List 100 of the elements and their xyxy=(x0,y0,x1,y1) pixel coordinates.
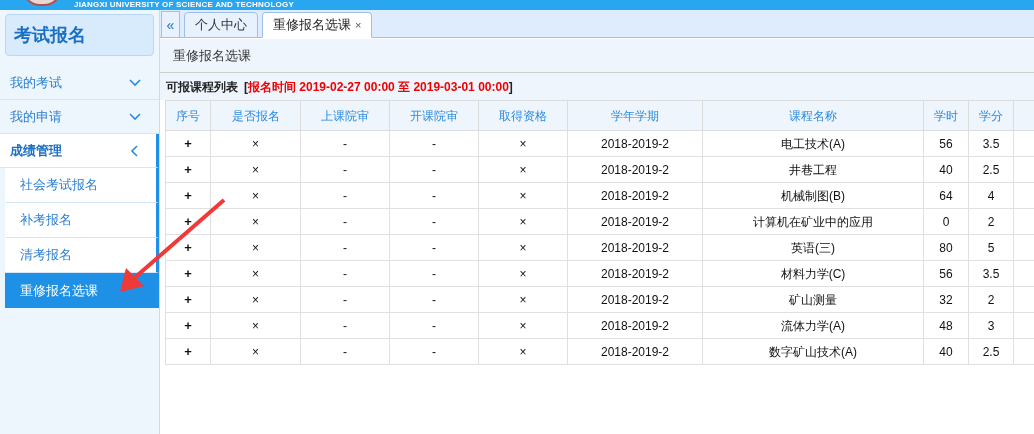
table-cell: - xyxy=(300,286,390,313)
column-header: 学时 xyxy=(923,100,969,131)
table-cell: 流体力学(A) xyxy=(702,312,924,339)
table-cell: - xyxy=(389,130,479,157)
column-header: 课程名称 xyxy=(702,100,924,131)
table-cell: 2018-2019-2 xyxy=(567,338,703,365)
table-cell: 英语(三) xyxy=(702,234,924,261)
table-cell: 5 xyxy=(968,234,1014,261)
table-cell: 40 xyxy=(923,156,969,183)
table-cell: + xyxy=(165,130,211,157)
table-cell: - xyxy=(389,260,479,287)
table-cell: 2.5 xyxy=(968,338,1014,365)
table-cell: + xyxy=(165,260,211,287)
table-cell: × xyxy=(478,130,568,157)
table-cell: 机械制图(B) xyxy=(702,182,924,209)
table-cell: - xyxy=(300,234,390,261)
table-cell: + xyxy=(165,156,211,183)
table-cell: × xyxy=(210,286,301,313)
table-cell: × xyxy=(210,338,301,365)
header-subtitle: JIANGXI UNIVERSITY OF SCIENCE AND TECHNOLOGY xyxy=(74,0,294,10)
menu-group[interactable]: 成绩管理 xyxy=(0,134,159,168)
tab[interactable]: 个人中心 xyxy=(184,12,258,38)
table-cell: + xyxy=(165,286,211,313)
table-cell: 0 xyxy=(923,208,969,235)
table-cell: + xyxy=(165,182,211,209)
table-cell: 2018-2019-2 xyxy=(567,182,703,209)
table-cell: × xyxy=(478,338,568,365)
table-cell: 井巷工程 xyxy=(702,156,924,183)
table-cell: 2 xyxy=(968,208,1014,235)
column-header: 学年学期 xyxy=(567,100,703,131)
table-cell: 80 xyxy=(923,234,969,261)
table-cell: × xyxy=(210,260,301,287)
table-caption: 可报课程列表 [报名时间 2019-02-27 00:00 至 2019-03-01 00:00] xyxy=(166,78,513,96)
menu-group[interactable]: 我的考试 xyxy=(0,66,159,100)
table-cell: × xyxy=(478,286,568,313)
table-cell: - xyxy=(389,286,479,313)
table-cell: 3 xyxy=(968,312,1014,339)
table-cell: 2018-2019-2 xyxy=(567,260,703,287)
collapse-button[interactable]: « xyxy=(161,11,180,38)
menu-item[interactable]: 清考报名 xyxy=(5,238,159,273)
column-header: 是否报名 xyxy=(210,100,301,131)
table-cell: - xyxy=(389,312,479,339)
table-cell: - xyxy=(300,338,390,365)
table-cell: + xyxy=(165,234,211,261)
column-header: 取得资格 xyxy=(478,100,568,131)
page-title: 重修报名选课 xyxy=(160,39,1034,73)
table-cell: 2018-2019-2 xyxy=(567,208,703,235)
table-cell: 2018-2019-2 xyxy=(567,130,703,157)
table-cell: × xyxy=(210,234,301,261)
table-cell: - xyxy=(389,208,479,235)
chevron-icon xyxy=(129,78,141,87)
menu-item[interactable]: 社会考试报名 xyxy=(5,168,159,203)
table-cell: 电工技术(A) xyxy=(702,130,924,157)
table-cell: - xyxy=(300,182,390,209)
table-cell: × xyxy=(210,208,301,235)
menu-item[interactable]: 重修报名选课 xyxy=(5,273,159,308)
column-header: 上课院审 xyxy=(300,100,390,131)
table-cell: × xyxy=(478,260,568,287)
close-button[interactable]: × xyxy=(355,16,362,34)
table-cell: × xyxy=(478,234,568,261)
table-cell: × xyxy=(478,208,568,235)
table-cell: × xyxy=(210,130,301,157)
table-cell: 3.5 xyxy=(968,130,1014,157)
menu-item[interactable]: 补考报名 xyxy=(5,203,159,238)
table-cell: × xyxy=(210,156,301,183)
column-header: 序号 xyxy=(165,100,211,131)
table-cell: - xyxy=(389,234,479,261)
chevron-icon xyxy=(130,144,138,157)
table-cell: 2.5 xyxy=(968,156,1014,183)
table-cell: 矿山测量 xyxy=(702,286,924,313)
sidebar-title: 考试报名 xyxy=(5,14,154,56)
table-cell: - xyxy=(300,260,390,287)
table-cell: - xyxy=(300,130,390,157)
table-cell: + xyxy=(165,312,211,339)
table-cell: × xyxy=(478,156,568,183)
table-cell: 2018-2019-2 xyxy=(567,286,703,313)
column-header: 学分 xyxy=(968,100,1014,131)
table-cell: × xyxy=(478,182,568,209)
table-cell: 40 xyxy=(923,338,969,365)
table-cell: + xyxy=(165,208,211,235)
table-cell: - xyxy=(300,312,390,339)
table-cell: × xyxy=(210,312,301,339)
table-cell: 56 xyxy=(923,260,969,287)
table-cell: - xyxy=(389,156,479,183)
chevron-icon xyxy=(129,112,141,121)
table-cell: 32 xyxy=(923,286,969,313)
column-header: 开课院审 xyxy=(389,100,479,131)
table-cell: - xyxy=(300,208,390,235)
table-cell: + xyxy=(165,338,211,365)
table-cell: 2 xyxy=(968,286,1014,313)
table-cell: - xyxy=(389,182,479,209)
table-cell: 64 xyxy=(923,182,969,209)
table-cell: 材料力学(C) xyxy=(702,260,924,287)
table-cell: - xyxy=(300,156,390,183)
tab[interactable]: 重修报名选课 × xyxy=(262,12,373,38)
table-cell: 2018-2019-2 xyxy=(567,312,703,339)
table-cell: 2018-2019-2 xyxy=(567,156,703,183)
table-cell: 3.5 xyxy=(968,260,1014,287)
table-cell: 2018-2019-2 xyxy=(567,234,703,261)
table-cell: - xyxy=(389,338,479,365)
